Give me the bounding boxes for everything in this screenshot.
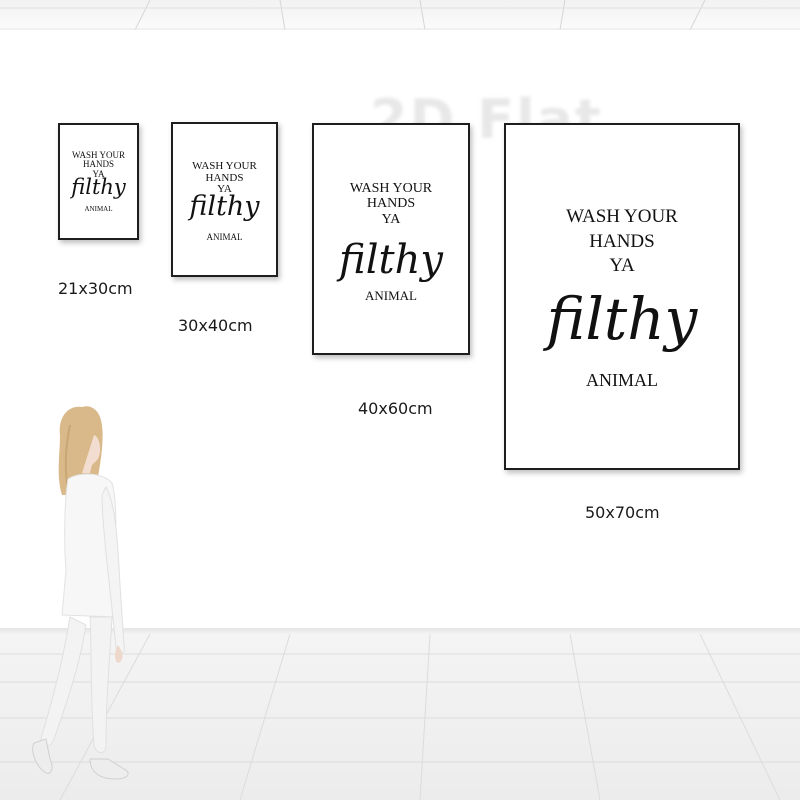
poster-line-animal: ANIMAL: [84, 205, 113, 213]
poster-line-animal: ANIMAL: [206, 232, 243, 242]
ceiling: [0, 0, 800, 30]
poster-line-wash-your: WASH YOUR: [349, 181, 433, 196]
size-label-50x70: 50x70cm: [585, 503, 660, 522]
poster-line-hands: HANDS: [205, 171, 244, 184]
poster-line-wash-your: WASH YOUR: [192, 160, 257, 172]
poster-heading: WASH YOUR HANDS YA: [314, 181, 468, 227]
poster-script-word: filthy: [71, 175, 126, 199]
poster-heading: WASH YOUR HANDS YA: [506, 205, 738, 279]
poster-line-hands: HANDS: [589, 230, 655, 252]
poster-line-animal: ANIMAL: [586, 370, 658, 390]
poster-line-hands: HANDS: [366, 196, 416, 212]
poster-21x30: WASH YOUR HANDS YA filthy ANIMAL: [58, 123, 139, 240]
poster-30x40: WASH YOUR HANDS YA filthy ANIMAL: [171, 122, 278, 277]
person-silhouette: [32, 406, 129, 780]
poster-script-word: filthy: [189, 191, 260, 222]
poster-line-wash-your: WASH YOUR: [566, 206, 678, 227]
poster-script-word: filthy: [546, 285, 698, 353]
poster-line-animal: ANIMAL: [365, 288, 417, 303]
size-label-30x40: 30x40cm: [178, 316, 253, 335]
poster-script-word: filthy: [339, 237, 443, 283]
poster-line-ya: YA: [609, 255, 635, 277]
gallery-scene: 2D Flat WASH YOUR HANDS YA filthy ANIMAL…: [0, 0, 800, 800]
poster-line-ya: YA: [381, 211, 401, 227]
size-label-40x60: 40x60cm: [358, 399, 433, 418]
size-label-21x30: 21x30cm: [58, 279, 133, 298]
ceiling-grid: [0, 0, 800, 30]
poster-50x70: WASH YOUR HANDS YA filthy ANIMAL: [504, 123, 740, 470]
poster-40x60: WASH YOUR HANDS YA filthy ANIMAL: [312, 123, 470, 355]
